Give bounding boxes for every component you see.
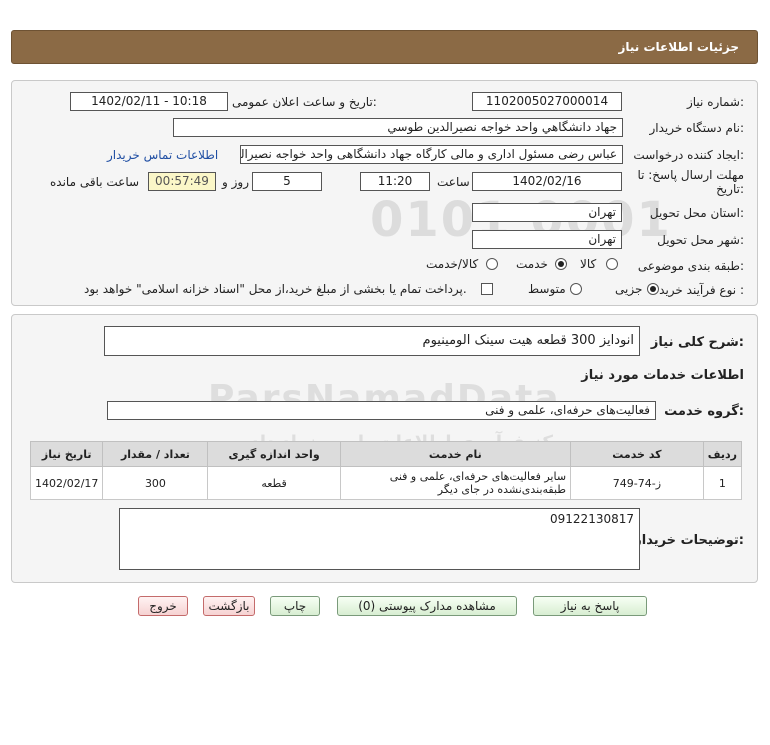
process-radio-medium[interactable] (570, 283, 582, 295)
contact-buyer-link[interactable]: اطلاعات تماس خریدار (107, 148, 218, 162)
buyer-label: نام دستگاه خریدار: (649, 121, 745, 135)
cell-need-date: 1402/02/17 (29, 466, 104, 500)
days-label: روز و (222, 175, 249, 189)
announce-field: 1402/02/11 - 10:18 (70, 92, 228, 111)
cell-service-code: ز-74-749 (570, 466, 704, 500)
province-field: تهران (472, 203, 622, 222)
process-label: نوع فرآیند خرید : (659, 283, 744, 297)
category-option-goods-service: کالا/خدمت (426, 257, 479, 271)
deadline-date-field: 1402/02/16 (472, 172, 622, 191)
remaining-time-field: 00:57:49 (148, 172, 216, 191)
buyer-notes-field: 09122130817 (119, 508, 640, 570)
process-option-partial: جزیی (615, 282, 643, 296)
attachments-button[interactable]: مشاهده مدارک پیوستی (0) (337, 596, 517, 616)
table-header-row: ردیف کد خدمت نام خدمت واحد اندازه گیری ت… (29, 441, 743, 467)
exit-button[interactable]: خروج (138, 596, 188, 616)
treasury-payment-checkbox[interactable] (481, 283, 493, 295)
announce-label: تاریخ و ساعت اعلان عمومی: (232, 95, 377, 109)
city-field: تهران (472, 230, 622, 249)
deadline-label: مهلت ارسال پاسخ: تا (637, 168, 744, 182)
print-button[interactable]: چاپ (270, 596, 320, 616)
service-group-label: گروه خدمت: (664, 404, 744, 419)
need-number-label: شماره نیاز: (686, 95, 744, 109)
buyer-field: جهاد دانشگاهي واحد خواجه نصيرالدين طوسي (173, 118, 623, 137)
col-quantity: تعداد / مقدار (102, 441, 209, 467)
cell-unit: قطعه (207, 466, 341, 500)
process-radio-partial[interactable] (647, 283, 659, 295)
creator-field: عباس رضی مسئول اداری و مالی کارگاه جهاد … (240, 145, 623, 164)
col-service-code: کد خدمت (570, 441, 704, 467)
category-radio-goods[interactable] (606, 258, 618, 270)
category-label: طبقه بندی موضوعی: (637, 259, 744, 273)
deadline-time-label: ساعت (437, 175, 470, 189)
creator-label: ایجاد کننده درخواست: (633, 148, 744, 162)
back-button[interactable]: بازگشت (203, 596, 255, 616)
city-label: شهر محل تحویل: (657, 233, 744, 247)
col-row-number: ردیف (702, 441, 743, 467)
province-label: استان محل تحویل: (649, 206, 744, 220)
page-header: جزئیات اطلاعات نیاز (11, 30, 758, 64)
treasury-payment-text: پرداخت تمام یا بخشی از مبلغ خرید،از محل … (84, 282, 467, 296)
cell-service-name: سایر فعالیت‌های حرفه‌ای، علمی و فنی طبقه… (339, 466, 572, 500)
col-service-name: نام خدمت (339, 441, 572, 467)
buyer-notes-label: توضیحات خریدار: (634, 533, 744, 548)
page: جزئیات اطلاعات نیاز 0101 0001 شماره نیاز… (0, 0, 770, 745)
deadline-date-label: تاریخ: (716, 182, 744, 196)
col-need-date: تاریخ نیاز (29, 441, 104, 467)
category-option-service: خدمت (516, 257, 548, 271)
page-title: جزئیات اطلاعات نیاز (618, 40, 739, 54)
category-option-goods: کالا (580, 257, 597, 271)
category-radio-service[interactable] (555, 258, 567, 270)
summary-field: انودایز 300 قطعه هیت سینک الومینیوم (104, 326, 640, 356)
reply-button[interactable]: پاسخ به نیاز (533, 596, 647, 616)
process-option-medium: متوسط (528, 282, 566, 296)
cell-row-number: 1 (702, 466, 743, 500)
services-table: ردیف کد خدمت نام خدمت واحد اندازه گیری ت… (29, 441, 743, 500)
remaining-label: ساعت باقی مانده (50, 175, 140, 189)
table-row: 1 ز-74-749 سایر فعالیت‌های حرفه‌ای، علمی… (29, 466, 743, 500)
category-radio-goods-service[interactable] (486, 258, 498, 270)
days-field: 5 (252, 172, 322, 191)
service-group-field: فعالیت‌های حرفه‌ای، علمی و فنی (107, 401, 656, 420)
col-unit: واحد اندازه گیری (207, 441, 341, 467)
cell-quantity: 300 (102, 466, 209, 500)
services-section-title: اطلاعات خدمات مورد نیاز (581, 368, 744, 383)
summary-label: شرح کلی نیاز: (650, 335, 744, 350)
deadline-time-field: 11:20 (360, 172, 430, 191)
need-number-field: 1102005027000014 (472, 92, 622, 111)
